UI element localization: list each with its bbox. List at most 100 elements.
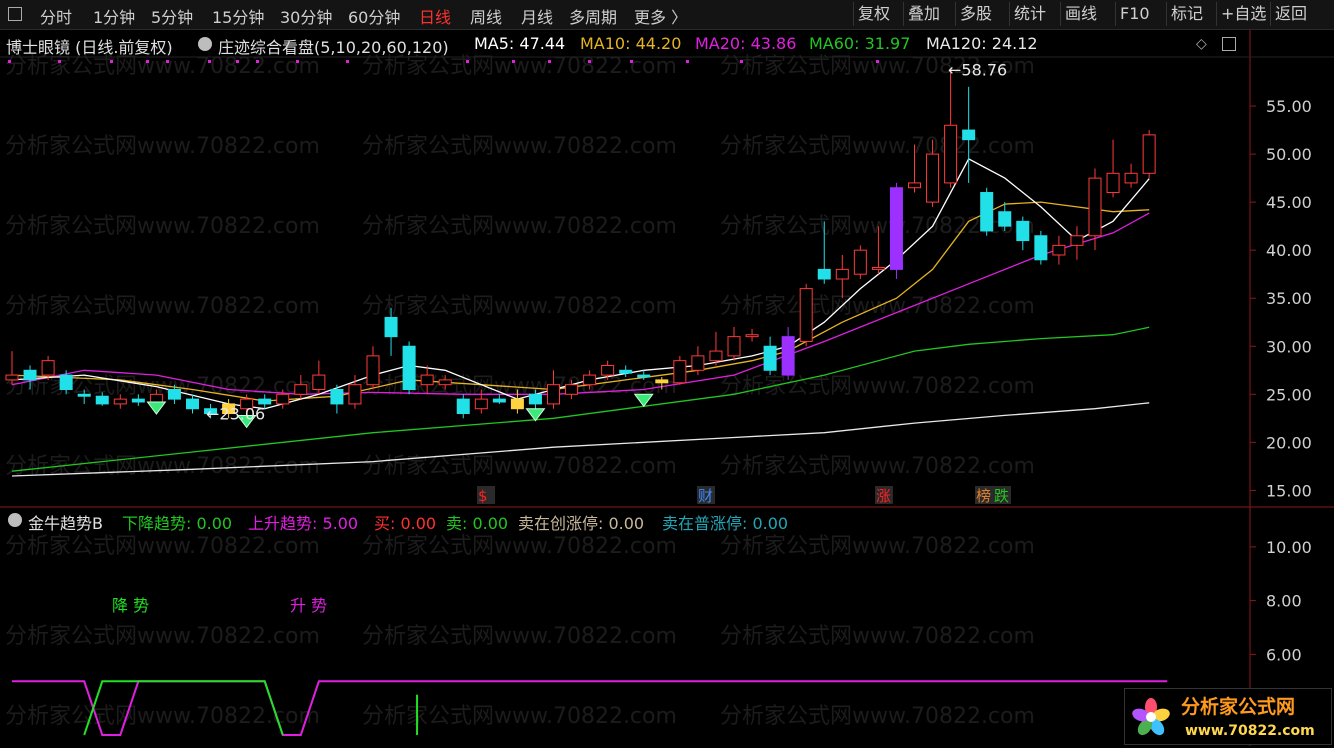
toolbar-button-6[interactable]: 标记: [1166, 2, 1207, 26]
candle-body: [95, 395, 109, 405]
watermark-text: 分析家公式网www.70822.com: [362, 624, 677, 649]
diamond-icon[interactable]: ◇: [1196, 36, 1207, 52]
candle-body: [1124, 172, 1138, 184]
watermark-text: 分析家公式网www.70822.com: [5, 294, 320, 319]
watermark-text: 分析家公式网www.70822.com: [720, 214, 1035, 239]
candle-body: [853, 249, 867, 275]
event-marker-bg: [477, 486, 495, 504]
signal-dot: [208, 60, 211, 63]
buy-value: 买: 0.00: [374, 514, 437, 533]
candle-body: [402, 345, 416, 390]
flower-logo-icon: 分析家公式网 www.70822.com: [1132, 695, 1315, 739]
toolbar-button-8[interactable]: 返回: [1270, 2, 1311, 26]
chart-annotations: ←58.76 ←23.06 $ 财 涨 榜跌: [146, 60, 1011, 505]
event-marker: 财: [698, 487, 713, 505]
candle-body: [1142, 134, 1156, 174]
sub-y-axis-label: 8.00: [1266, 592, 1302, 611]
candle-body: [944, 124, 958, 184]
tab-period-5[interactable]: 60分钟: [348, 4, 400, 28]
event-marker: $: [478, 487, 488, 505]
candle-body: [871, 266, 885, 270]
tab-period-2[interactable]: 5分钟: [151, 4, 193, 28]
watermark-text: 分析家公式网www.70822.com: [5, 624, 320, 649]
y-axis-label: 15.00: [1266, 481, 1312, 500]
tab-period-3[interactable]: 15分钟: [212, 4, 264, 28]
sell-limit-normal-value: 卖在普涨停: 0.00: [662, 514, 789, 533]
window-toggle-icon[interactable]: [1222, 37, 1236, 51]
panel-toggle-icon[interactable]: [8, 7, 22, 21]
tab-period-0[interactable]: 分时: [40, 4, 72, 28]
ma10-line: [11, 201, 1150, 402]
toolbar-button-2[interactable]: 多股: [955, 2, 996, 26]
candle-body: [222, 403, 236, 415]
watermark-text: 分析家公式网www.70822.com: [362, 374, 677, 399]
toolbar-button-4[interactable]: 画线: [1060, 2, 1101, 26]
top-toolbar: 分时 1分钟 5分钟 15分钟 30分钟 60分钟 日线 周线 月线 多周期 更多 〉 复权 叠加 多股…: [0, 0, 1334, 30]
signal-dot: [236, 60, 239, 63]
ma20-value: MA20: 43.86: [695, 34, 797, 53]
candle-body: [962, 129, 976, 141]
indicator-dropdown-icon[interactable]: [198, 37, 212, 51]
site-logo: 分析家公式网 www.70822.com: [1124, 688, 1332, 745]
tab-period-9[interactable]: 多周期: [569, 4, 617, 28]
candle-body: [601, 364, 615, 376]
diamond-signal-icon: [633, 393, 654, 408]
high-price-label: ←58.76: [948, 60, 1007, 79]
candle-body: [510, 398, 524, 410]
toolbar-button-5[interactable]: F10: [1115, 2, 1154, 26]
watermark-text: 分析家公式网www.70822.com: [362, 534, 677, 559]
y-axis-label: 35.00: [1266, 289, 1312, 308]
kline-chart[interactable]: 分析家公式网www.70822.com 分析家公式网www.70822.com 分析…: [0, 0, 1334, 746]
candle-body: [204, 408, 218, 415]
toolbar-button-7[interactable]: +自选: [1216, 2, 1270, 26]
sub-indicator-name[interactable]: 金牛趋势B: [28, 510, 103, 534]
ma5-line: [11, 158, 1150, 410]
signal-dot: [166, 60, 169, 63]
watermark-text: 分析家公式网www.70822.com: [5, 454, 320, 479]
candle-body: [565, 384, 579, 395]
candle-body: [1052, 244, 1066, 256]
ma120-line: [11, 402, 1150, 477]
signal-dot: [876, 60, 879, 63]
watermark-text: 分析家公式网www.70822.com: [5, 534, 320, 559]
event-marker-bg: [875, 486, 893, 504]
down-trend-label: 降 势: [112, 596, 149, 615]
sell-limit-new-value: 卖在创涨停: 0.00: [518, 514, 645, 533]
signal-dot: [346, 60, 349, 63]
candle-body: [167, 389, 181, 400]
ma20-line: [11, 212, 1150, 395]
candle-body: [528, 393, 542, 405]
event-marker-bg: [993, 486, 1011, 504]
toolbar-button-1[interactable]: 叠加: [903, 2, 944, 26]
candle-body: [835, 268, 849, 280]
tab-period-10[interactable]: 更多 〉: [634, 4, 687, 28]
candle-body: [240, 398, 254, 410]
up-trend-value: 上升趋势: 5.00: [248, 514, 359, 533]
ma10-value: MA10: 44.20: [580, 34, 682, 53]
toolbar-button-0[interactable]: 复权: [853, 2, 894, 26]
indicator-name[interactable]: 庄迹综合看盘(5,10,20,60,120): [218, 34, 449, 58]
tab-period-8[interactable]: 月线: [521, 4, 553, 28]
tab-period-6[interactable]: 日线: [419, 4, 451, 28]
sub-indicator-dropdown-icon[interactable]: [8, 513, 22, 527]
candle-body: [131, 398, 145, 403]
candle-body: [420, 374, 434, 386]
up-trend-label: 升 势: [290, 596, 327, 615]
logo-url: www.70822.com: [1185, 723, 1315, 739]
candle-body: [709, 350, 723, 362]
tab-period-4[interactable]: 30分钟: [280, 4, 332, 28]
watermark-text: 分析家公式网www.70822.com: [720, 624, 1035, 649]
signal-dot: [8, 60, 11, 63]
event-marker: 跌: [994, 487, 1009, 505]
toolbar-button-3[interactable]: 统计: [1009, 2, 1050, 26]
tab-period-7[interactable]: 周线: [470, 4, 502, 28]
sub-chart: 降 势升 势: [12, 596, 1168, 736]
watermark-text: 分析家公式网www.70822.com: [5, 704, 320, 729]
watermark-text: 分析家公式网www.70822.com: [5, 134, 320, 159]
candle-body: [149, 393, 163, 403]
tab-period-1[interactable]: 1分钟: [93, 4, 135, 28]
candle-body: [276, 393, 290, 405]
event-marker-bg: [697, 486, 715, 504]
y-axis-label: 30.00: [1266, 337, 1312, 356]
up-trend-line: [12, 680, 1168, 736]
